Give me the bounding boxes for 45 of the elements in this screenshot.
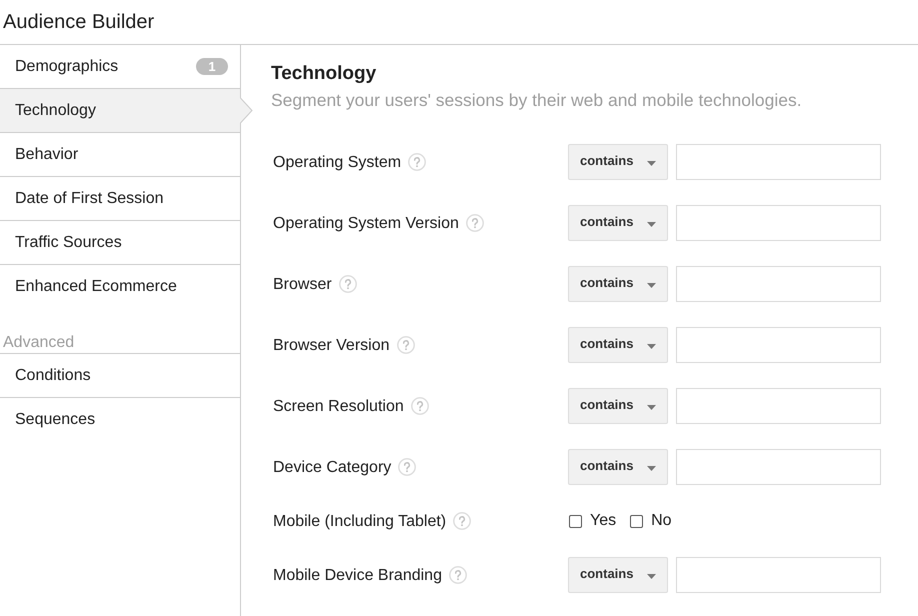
value-input[interactable] bbox=[676, 449, 881, 485]
field-label: Operating System Version bbox=[273, 214, 459, 232]
caret-icon bbox=[647, 466, 656, 470]
checkbox[interactable] bbox=[630, 514, 644, 528]
caret-icon bbox=[647, 160, 656, 166]
help-icon[interactable] bbox=[453, 512, 472, 530]
help-icon[interactable] bbox=[408, 153, 426, 171]
caret-icon bbox=[647, 222, 656, 226]
field-label: Mobile Device Branding bbox=[273, 566, 442, 584]
value-input[interactable] bbox=[676, 144, 881, 180]
field-label: Screen Resolution bbox=[273, 396, 404, 416]
help-icon[interactable] bbox=[338, 275, 357, 293]
field-label: Device Category bbox=[273, 458, 392, 476]
section-description: Segment your users' sessions by their web and mobile technologies. bbox=[271, 90, 803, 110]
field-label: Browser bbox=[273, 274, 332, 294]
checkbox-label[interactable]: No bbox=[651, 511, 672, 531]
count-badge: 1 bbox=[196, 58, 228, 75]
value-input[interactable] bbox=[676, 205, 881, 241]
help-icon[interactable] bbox=[466, 214, 484, 232]
value-input[interactable] bbox=[676, 557, 881, 593]
value-input[interactable] bbox=[676, 266, 881, 302]
section-title: Technology bbox=[271, 63, 378, 85]
checkbox[interactable] bbox=[569, 514, 582, 528]
help-icon[interactable] bbox=[398, 458, 416, 476]
caret-icon bbox=[647, 574, 656, 578]
operator-dropdown[interactable]: contains bbox=[568, 266, 668, 302]
operator-dropdown[interactable]: contains bbox=[568, 449, 668, 485]
field-label: Mobile (Including Tablet) bbox=[273, 512, 446, 530]
field-label: Operating System bbox=[273, 152, 402, 172]
operator-dropdown[interactable]: contains bbox=[568, 144, 668, 180]
page-title: Audience Builder bbox=[3, 10, 154, 34]
help-icon[interactable] bbox=[396, 336, 414, 354]
help-icon[interactable] bbox=[410, 397, 429, 415]
caret-icon bbox=[647, 404, 656, 410]
caret-icon bbox=[647, 282, 656, 288]
help-icon[interactable] bbox=[448, 566, 467, 584]
checkbox-label[interactable]: Yes bbox=[590, 511, 616, 531]
operator-dropdown[interactable]: contains bbox=[568, 388, 668, 424]
value-input[interactable] bbox=[676, 327, 881, 363]
value-input[interactable] bbox=[676, 388, 881, 424]
caret-icon bbox=[647, 344, 656, 348]
field-label: Browser Version bbox=[273, 336, 390, 354]
operator-dropdown[interactable]: contains bbox=[568, 557, 668, 593]
operator-dropdown[interactable]: contains bbox=[568, 327, 668, 363]
operator-dropdown[interactable]: contains bbox=[568, 205, 668, 241]
